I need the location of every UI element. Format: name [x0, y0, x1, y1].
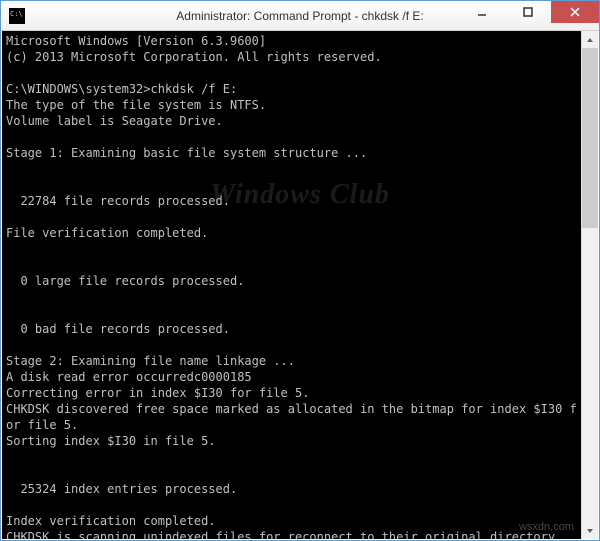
scroll-down-button[interactable]	[582, 522, 598, 539]
minimize-button[interactable]	[459, 1, 505, 23]
scroll-up-button[interactable]	[582, 31, 598, 48]
console-output[interactable]: Microsoft Windows [Version 6.3.9600] (c)…	[2, 31, 581, 539]
vertical-scrollbar[interactable]	[581, 31, 598, 539]
window: Administrator: Command Prompt - chkdsk /…	[0, 0, 600, 541]
titlebar-left	[1, 8, 29, 24]
console-area: Microsoft Windows [Version 6.3.9600] (c)…	[2, 31, 598, 539]
titlebar[interactable]: Administrator: Command Prompt - chkdsk /…	[1, 1, 599, 31]
window-title: Administrator: Command Prompt - chkdsk /…	[176, 9, 423, 23]
close-button[interactable]	[551, 1, 599, 23]
scroll-thumb[interactable]	[582, 48, 598, 228]
window-controls	[459, 1, 599, 30]
cmd-icon	[9, 8, 25, 24]
maximize-button[interactable]	[505, 1, 551, 23]
